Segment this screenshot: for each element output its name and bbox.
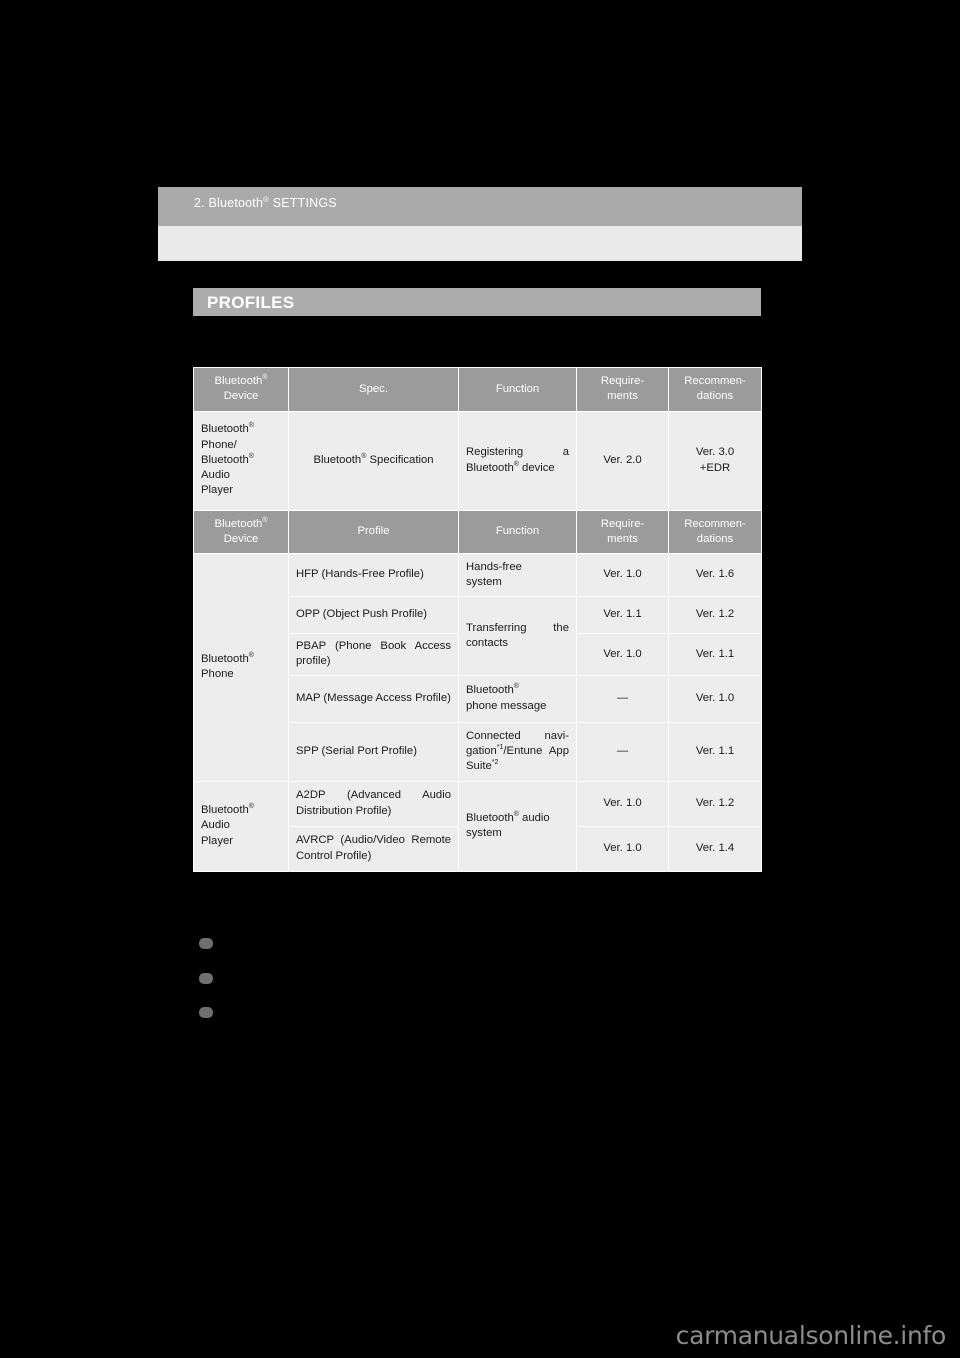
cell-req-avrcp: Ver. 1.0 [576, 825, 669, 872]
table-row-hfp: Bluetooth® Phone HFP (Hands-Free Profile… [193, 553, 762, 782]
registered-mark-icon: ® [262, 374, 268, 382]
site-watermark: carmanualsonline.info [675, 1321, 947, 1350]
chapter-name-pre: Bluetooth [208, 196, 264, 210]
cell-bluetooth-specification: Bluetooth® Specification [288, 410, 459, 511]
page-title: PROFILES [207, 293, 295, 312]
registered-mark-icon: ® [248, 422, 254, 430]
chapter-subheader-band [158, 226, 802, 261]
cell-function-handsfree: Hands-free system [458, 553, 577, 597]
cell-function-transferring-contacts: Transferring the contacts [458, 596, 577, 676]
cell-rec-spp: Ver. 1.1 [668, 721, 762, 782]
header-cell-requirements: Require- ments [576, 367, 669, 412]
header-cell-device: Bluetooth® Device [193, 367, 289, 412]
footnote-marker-2: *2 [491, 759, 499, 767]
cell-req-pbap: Ver. 1.0 [576, 633, 669, 676]
header-cell-profile: Profile [288, 509, 459, 554]
header-cell-spec: Spec. [288, 367, 459, 412]
cell-req-hfp: Ver. 1.0 [576, 553, 669, 597]
cell-profile-spp: SPP (Serial Port Profile) [288, 721, 459, 782]
cell-rec-hfp: Ver. 1.6 [668, 553, 762, 597]
cell-function-connected-navigation: Connected navi-gation*1/Entune App Suite… [458, 721, 577, 782]
cell-profile-hfp: HFP (Hands-Free Profile) [288, 553, 459, 597]
cell-requirements-ver20: Ver. 2.0 [576, 410, 669, 511]
cell-group-bluetooth-phone: Bluetooth® Phone [193, 553, 289, 782]
cell-profile-pbap: PBAP (Phone Book Access profile) [288, 633, 459, 676]
cell-profile-opp: OPP (Object Push Profile) [288, 596, 459, 634]
header-cell-recommendations: Recommen- dations [668, 367, 762, 412]
section-title-bar: PROFILES [193, 288, 761, 316]
table-row-a2dp: Bluetooth® Audio Player A2DP (Advanced A… [193, 780, 762, 872]
cell-function-registering: Registering a Bluetooth® device [458, 410, 577, 511]
cell-device-phone-audio: Bluetooth® Phone/ Bluetooth® Audio Playe… [193, 410, 289, 511]
cell-req-map: — [576, 674, 669, 723]
header-cell-recommendations-2: Recommen- dations [668, 509, 762, 554]
cell-profile-avrcp: AVRCP (Audio/Video Remote Control Profil… [288, 825, 459, 872]
cell-rec-avrcp: Ver. 1.4 [668, 825, 762, 872]
chapter-header-bar: 2. Bluetooth® SETTINGS [158, 187, 802, 226]
table-header-row-profile: Bluetooth® Device Profile Function Requi… [193, 509, 762, 554]
bullet-marker-1 [199, 938, 213, 949]
registered-mark-icon: ® [262, 516, 268, 524]
header-cell-device-2: Bluetooth® Device [193, 509, 289, 554]
cell-req-opp: Ver. 1.1 [576, 596, 669, 634]
cell-profile-a2dp: A2DP (Advanced Audio Distribution Profil… [288, 780, 459, 827]
header-cell-function: Function [458, 367, 577, 412]
cell-rec-map: Ver. 1.0 [668, 674, 762, 723]
bullet-marker-2 [199, 973, 213, 984]
cell-req-a2dp: Ver. 1.0 [576, 780, 669, 827]
registered-mark-icon: ® [248, 652, 254, 660]
bullet-marker-3 [199, 1007, 213, 1018]
cell-profile-map: MAP (Message Access Profile) [288, 674, 459, 723]
table-header-row-spec: Bluetooth® Device Spec. Function Require… [193, 367, 762, 412]
chapter-name-post: SETTINGS [269, 196, 337, 210]
table-row-specification: Bluetooth® Phone/ Bluetooth® Audio Playe… [193, 410, 762, 511]
cell-group-bluetooth-audio-player: Bluetooth® Audio Player [193, 780, 289, 872]
cell-function-audio-system: Bluetooth® audio system [458, 780, 577, 872]
registered-mark-icon: ® [248, 453, 254, 461]
registered-mark-icon: ® [248, 803, 254, 811]
cell-function-phone-message: Bluetooth® phone message [458, 674, 577, 723]
registered-mark-icon: ® [513, 683, 519, 691]
header-cell-function-2: Function [458, 509, 577, 554]
chapter-title: 2. Bluetooth® SETTINGS [194, 195, 337, 210]
cell-req-spp: — [576, 721, 669, 782]
cell-recommendations-ver30edr: Ver. 3.0 +EDR [668, 410, 762, 511]
chapter-number: 2. [194, 196, 205, 210]
profiles-table-wrapper: Bluetooth® Device Spec. Function Require… [193, 367, 762, 872]
cell-rec-pbap: Ver. 1.1 [668, 633, 762, 676]
profiles-table: Bluetooth® Device Spec. Function Require… [193, 367, 762, 872]
cell-rec-opp: Ver. 1.2 [668, 596, 762, 634]
header-cell-requirements-2: Require- ments [576, 509, 669, 554]
cell-rec-a2dp: Ver. 1.2 [668, 780, 762, 827]
